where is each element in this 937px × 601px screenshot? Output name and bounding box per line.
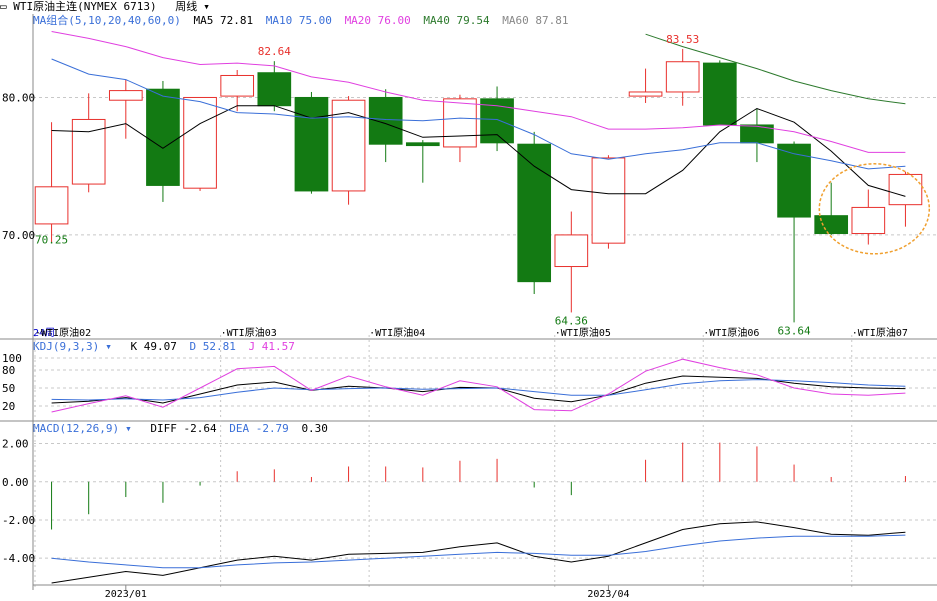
candle-body bbox=[183, 96, 217, 189]
candle bbox=[443, 94, 477, 163]
macd-tick-label: -2.00 bbox=[2, 514, 35, 527]
macd-tick-label: 2.00 bbox=[2, 438, 29, 451]
candle bbox=[851, 189, 886, 245]
candle-body bbox=[257, 72, 292, 107]
candle-body bbox=[443, 98, 477, 148]
low-annotation: 63.64 bbox=[778, 324, 811, 337]
macd-tick-label: 0.00 bbox=[2, 476, 29, 489]
contract-label: ·WTI原油07 bbox=[852, 326, 908, 339]
low-annotation: 70.25 bbox=[35, 233, 68, 246]
low-annotation: 64.36 bbox=[555, 314, 588, 327]
chart-canvas[interactable]: 80.0070.001008050202.000.00-2.00-4.0082.… bbox=[0, 0, 937, 601]
candle-body bbox=[628, 91, 663, 97]
candle-body bbox=[146, 88, 180, 186]
kdj-tick-label: 80 bbox=[2, 364, 15, 377]
contract-label: ·WTI原油05 bbox=[555, 326, 611, 339]
candle-body bbox=[851, 206, 886, 235]
price-tick-label: 80.00 bbox=[2, 91, 35, 104]
year-label: 2023/04 bbox=[587, 589, 629, 600]
high-annotation: 83.53 bbox=[666, 33, 699, 46]
candle bbox=[220, 69, 255, 112]
candle bbox=[294, 91, 329, 194]
candle-body bbox=[220, 74, 255, 97]
kdj-tick-label: 50 bbox=[2, 382, 15, 395]
kdj-line-d bbox=[51, 379, 906, 401]
candle bbox=[183, 96, 217, 191]
candle-body bbox=[888, 173, 923, 206]
candle bbox=[702, 60, 737, 126]
macd-line-diff bbox=[51, 521, 906, 584]
kdj-line-j bbox=[51, 358, 906, 413]
candle bbox=[257, 61, 292, 112]
candle-body bbox=[591, 157, 626, 244]
candle bbox=[554, 211, 589, 313]
candle-body bbox=[405, 142, 440, 147]
contract-label: ·WTI原油02 bbox=[35, 326, 91, 339]
candle bbox=[34, 122, 69, 244]
candle-body bbox=[777, 143, 811, 218]
contract-label: ·WTI原油04 bbox=[369, 326, 425, 339]
candle bbox=[777, 141, 811, 323]
price-tick-label: 70.00 bbox=[2, 229, 35, 242]
candle-body bbox=[814, 215, 849, 235]
candle-body bbox=[702, 62, 737, 126]
candle-body bbox=[368, 96, 403, 145]
candle bbox=[146, 80, 180, 202]
candle-body bbox=[294, 96, 329, 192]
candle-body bbox=[108, 90, 143, 101]
candle bbox=[591, 155, 626, 249]
high-annotation: 82.64 bbox=[258, 45, 291, 58]
candle-body bbox=[665, 61, 700, 93]
candle bbox=[405, 140, 440, 183]
candle bbox=[368, 89, 403, 163]
candle-body bbox=[554, 234, 589, 268]
candle bbox=[71, 93, 106, 193]
candle bbox=[740, 108, 774, 163]
kdj-tick-label: 20 bbox=[2, 400, 15, 413]
macd-tick-label: -4.00 bbox=[2, 552, 35, 565]
candle-body bbox=[34, 186, 69, 225]
contract-label: ·WTI原油06 bbox=[703, 326, 759, 339]
candle-body bbox=[517, 143, 552, 283]
year-label: 2023/01 bbox=[105, 589, 147, 600]
candle bbox=[108, 79, 143, 139]
contract-label: ·WTI原油03 bbox=[221, 326, 277, 339]
macd-line-dea bbox=[51, 534, 906, 569]
